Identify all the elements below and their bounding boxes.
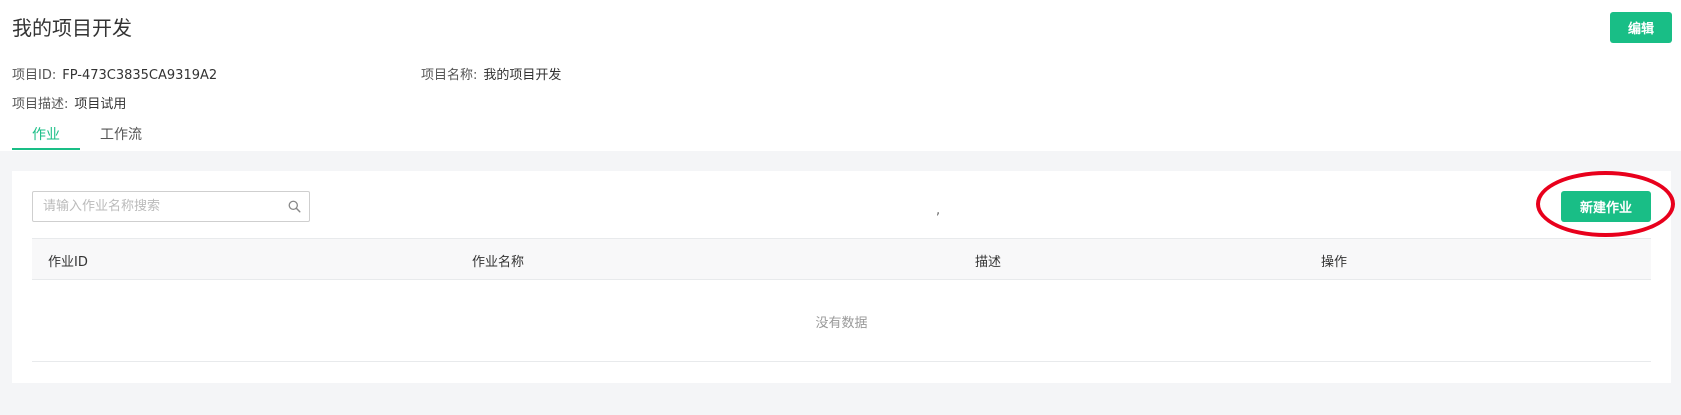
project-desc-value: 项目试用 bbox=[74, 97, 127, 112]
jobs-card: , 新建作业 作业ID 作业名称 描述 操作 没有数据 bbox=[12, 171, 1675, 383]
project-header: 我的项目开发 编辑 项目ID: FP-473C3835CA9319A2 项目名称:… bbox=[0, 0, 1681, 151]
project-id-row: 项目ID: FP-473C3835CA9319A2 bbox=[12, 64, 217, 83]
table-header: 作业ID 作业名称 描述 操作 bbox=[32, 238, 1651, 280]
column-header-description: 描述 bbox=[975, 255, 1002, 270]
stray-text: , bbox=[936, 203, 941, 218]
page-title: 我的项目开发 bbox=[12, 16, 132, 40]
search-icon[interactable] bbox=[288, 200, 301, 213]
column-header-actions: 操作 bbox=[1321, 255, 1348, 270]
project-desc-row: 项目描述: 项目试用 bbox=[12, 93, 126, 112]
column-header-job-id: 作业ID bbox=[48, 255, 88, 270]
edit-button[interactable]: 编辑 bbox=[1610, 12, 1672, 43]
project-desc-label: 项目描述: bbox=[12, 97, 69, 112]
empty-text: 没有数据 bbox=[815, 316, 868, 331]
new-job-button[interactable]: 新建作业 bbox=[1561, 191, 1651, 222]
project-name-label: 项目名称: bbox=[421, 68, 478, 83]
project-name-value: 我的项目开发 bbox=[483, 68, 562, 83]
tab-jobs[interactable]: 作业 bbox=[12, 120, 80, 150]
tab-workflows[interactable]: 工作流 bbox=[80, 120, 162, 150]
project-id-label: 项目ID: bbox=[12, 68, 57, 83]
project-name-row: 项目名称: 我的项目开发 bbox=[421, 64, 561, 83]
column-header-job-name: 作业名称 bbox=[472, 255, 525, 270]
project-id-value: FP-473C3835CA9319A2 bbox=[62, 68, 218, 83]
tab-bar: 作业 工作流 bbox=[12, 120, 162, 151]
jobs-table: 作业ID 作业名称 描述 操作 没有数据 bbox=[32, 238, 1651, 362]
empty-table-row: 没有数据 bbox=[32, 280, 1651, 362]
search-box bbox=[32, 191, 310, 222]
search-input[interactable] bbox=[33, 192, 293, 221]
